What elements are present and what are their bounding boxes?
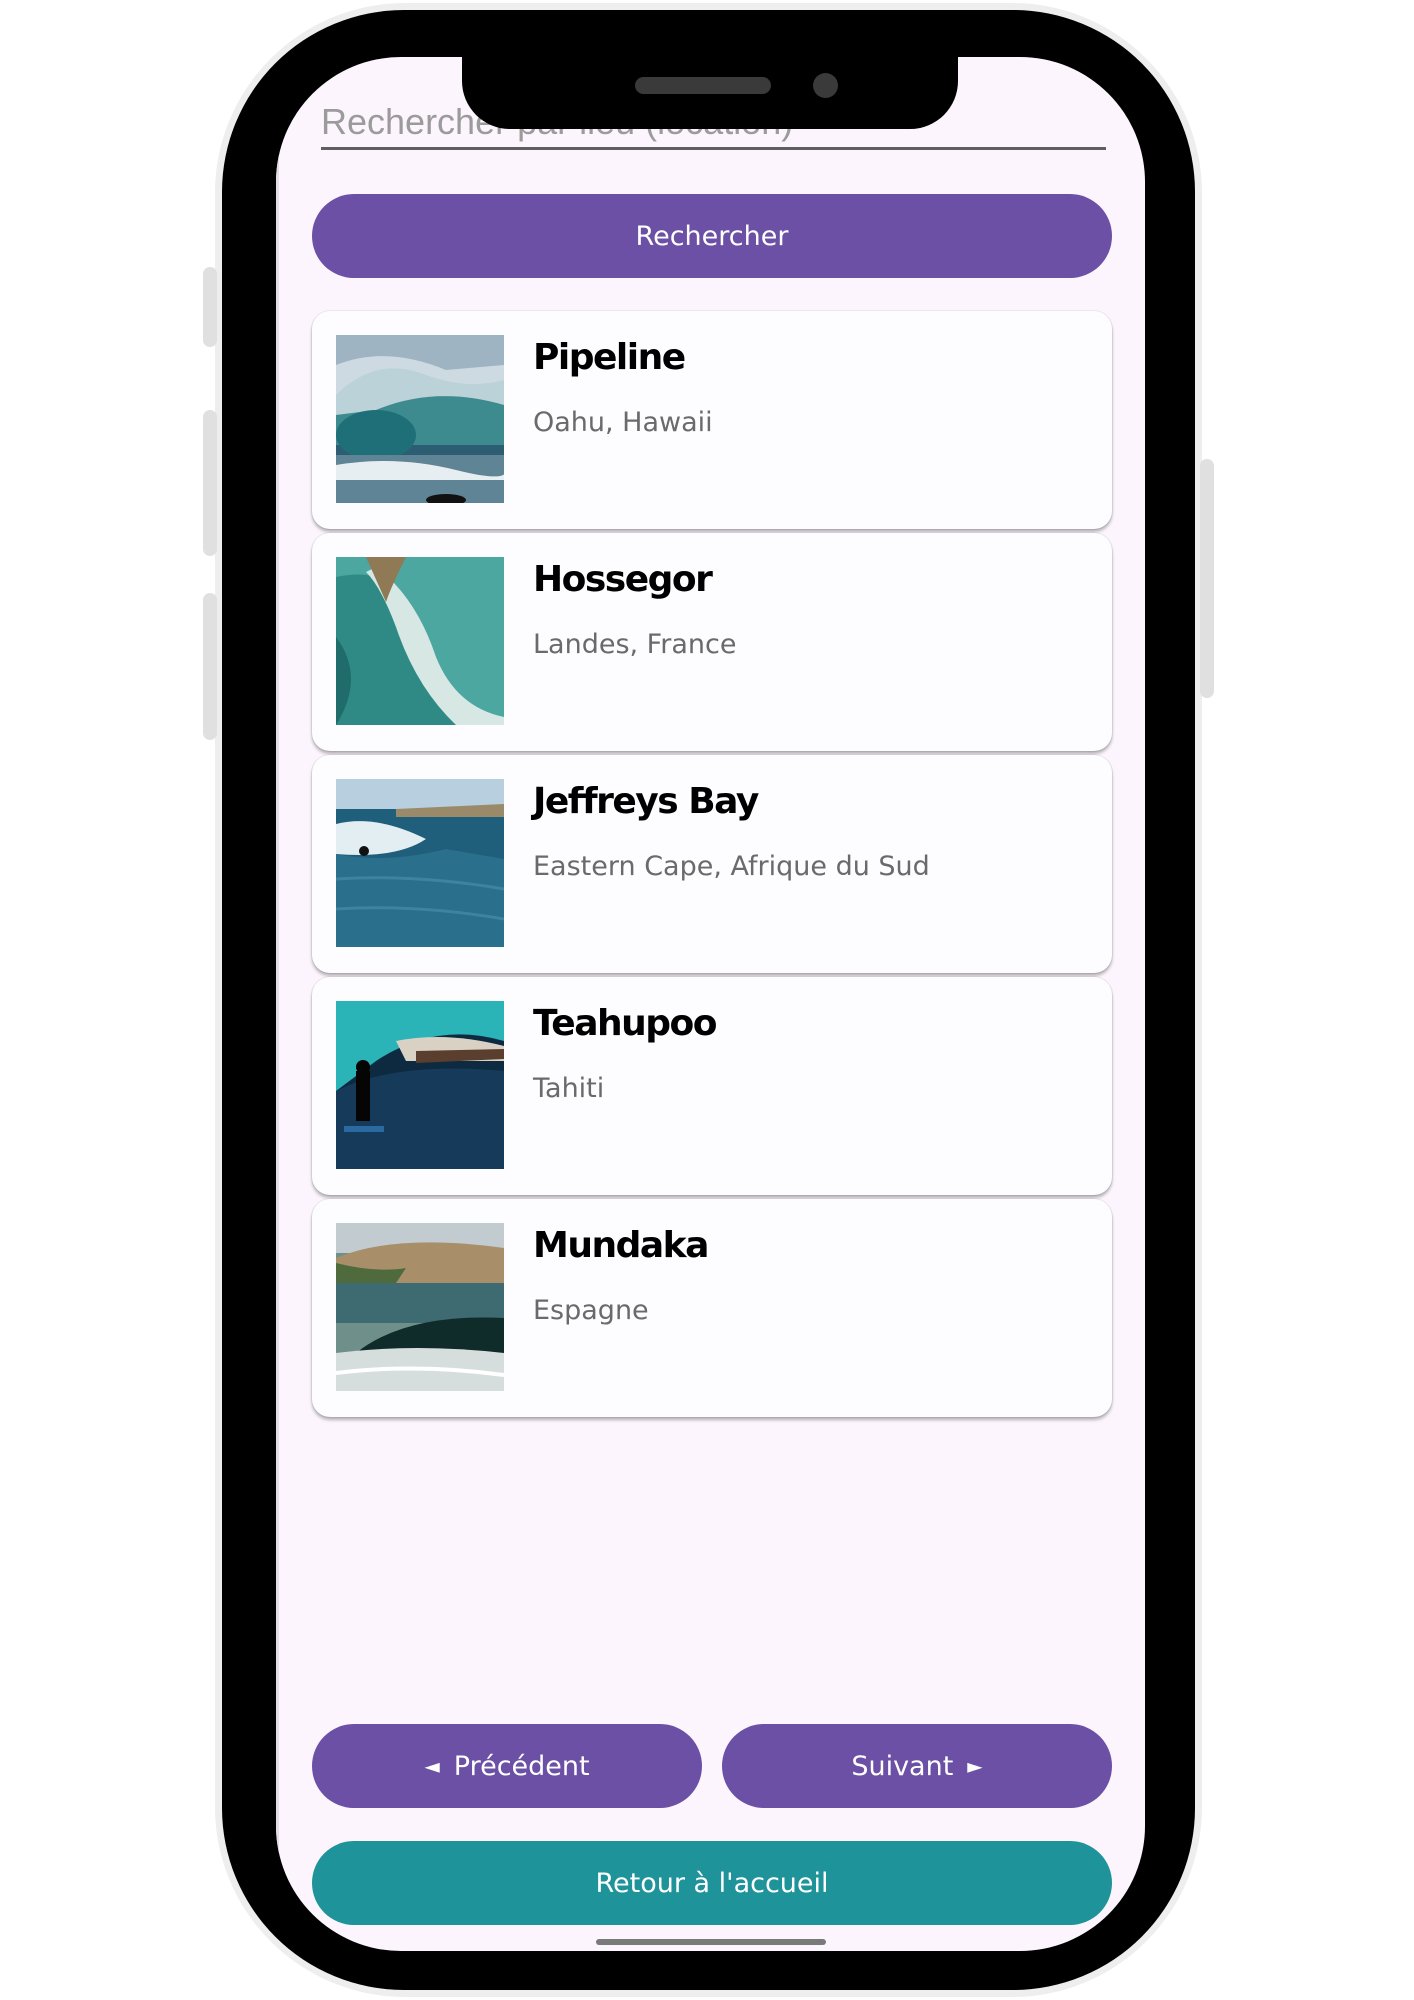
volume-down-button <box>203 593 217 740</box>
spot-location: Espagne <box>533 1295 649 1326</box>
speaker-grille <box>635 77 771 94</box>
screen-edge <box>276 57 279 1951</box>
wave-photo-icon <box>336 335 504 503</box>
previous-button-label: Précédent <box>453 1750 590 1782</box>
spot-card-hossegor[interactable]: Hossegor Landes, France <box>312 533 1112 751</box>
front-camera <box>813 73 838 98</box>
wave-photo-icon <box>336 779 504 947</box>
spot-location: Eastern Cape, Afrique du Sud <box>533 851 930 882</box>
spot-thumbnail <box>336 1001 504 1169</box>
spot-name: Pipeline <box>533 337 686 378</box>
spot-location: Landes, France <box>533 629 737 660</box>
next-button-label: Suivant <box>851 1750 954 1782</box>
spot-location: Oahu, Hawaii <box>533 407 713 438</box>
spot-card-teahupoo[interactable]: Teahupoo Tahiti <box>312 977 1112 1195</box>
mute-switch <box>203 267 217 347</box>
search-button-label: Rechercher <box>635 220 789 252</box>
spot-name: Hossegor <box>533 559 713 600</box>
wave-photo-icon <box>336 557 504 725</box>
search-button[interactable]: Rechercher <box>312 194 1112 278</box>
spot-card-pipeline[interactable]: Pipeline Oahu, Hawaii <box>312 311 1112 529</box>
previous-button[interactable]: ◄ Précédent <box>312 1724 702 1808</box>
triangle-right-icon: ► <box>967 1754 983 1778</box>
volume-up-button <box>203 410 217 556</box>
wave-photo-icon <box>336 1001 504 1169</box>
spot-thumbnail <box>336 1223 504 1391</box>
spot-location: Tahiti <box>533 1073 605 1104</box>
spot-thumbnail <box>336 335 504 503</box>
spot-card-mundaka[interactable]: Mundaka Espagne <box>312 1199 1112 1417</box>
home-indicator[interactable] <box>596 1939 826 1945</box>
power-button <box>1200 459 1214 698</box>
spot-list: Pipeline Oahu, Hawaii Hossegor Landes, F… <box>312 311 1112 1421</box>
app-screen: Rechercher Pipeline Oahu, Hawaii <box>276 57 1145 1951</box>
spot-name: Teahupoo <box>533 1003 717 1044</box>
spot-name: Mundaka <box>533 1225 709 1266</box>
back-to-home-button[interactable]: Retour à l'accueil <box>312 1841 1112 1925</box>
spot-thumbnail <box>336 779 504 947</box>
spot-card-jeffreys-bay[interactable]: Jeffreys Bay Eastern Cape, Afrique du Su… <box>312 755 1112 973</box>
next-button[interactable]: Suivant ► <box>722 1724 1112 1808</box>
spot-name: Jeffreys Bay <box>533 781 759 822</box>
triangle-left-icon: ◄ <box>424 1754 440 1778</box>
wave-photo-icon <box>336 1223 504 1391</box>
spot-thumbnail <box>336 557 504 725</box>
back-to-home-label: Retour à l'accueil <box>595 1867 829 1899</box>
